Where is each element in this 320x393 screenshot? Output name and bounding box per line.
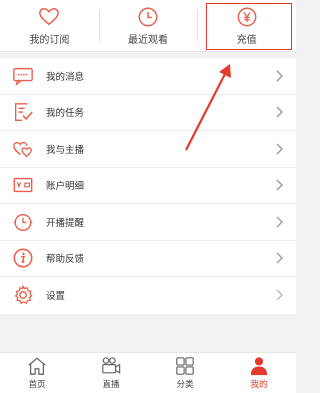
yen-icon <box>237 7 257 26</box>
clock-icon <box>138 7 158 26</box>
wallet-icon <box>10 174 36 196</box>
menu-item-settings[interactable]: 设置 <box>0 277 296 314</box>
top-shortcut-bar: 我的订阅 最近观看 充值 <box>0 0 296 52</box>
chevron-right-icon <box>276 143 283 155</box>
alarm-icon <box>10 211 36 233</box>
menu-item-help-feedback[interactable]: 帮助反馈 <box>0 241 296 277</box>
chevron-right-icon <box>276 106 283 118</box>
chevron-right-icon <box>276 252 283 264</box>
nav-item-live[interactable]: 直播 <box>74 353 148 393</box>
menu-item-label: 账户明细 <box>46 181 85 193</box>
heart-icon <box>39 7 60 25</box>
hearts-icon <box>10 138 36 160</box>
nav-label: 我的 <box>250 380 268 390</box>
nav-label: 首页 <box>28 380 46 390</box>
chevron-right-icon <box>276 179 283 191</box>
nav-label: 直播 <box>102 380 120 390</box>
info-icon <box>10 247 36 269</box>
recently-watched-button[interactable]: 最近观看 <box>98 0 198 51</box>
chevron-right-icon <box>276 216 283 228</box>
home-icon <box>28 357 46 375</box>
menu-item-my-tasks[interactable]: 我的任务 <box>0 95 296 131</box>
menu-item-label: 我的任务 <box>46 108 85 120</box>
grid-icon <box>176 357 194 375</box>
chevron-right-icon <box>276 289 283 301</box>
nav-item-categories[interactable]: 分类 <box>148 353 222 393</box>
menu-item-live-reminder[interactable]: 开播提醒 <box>0 204 296 241</box>
menu-item-me-and-streamer[interactable]: 我与主播 <box>0 131 296 168</box>
nav-label: 分类 <box>176 380 194 390</box>
recently-watched-label: 最近观看 <box>128 34 168 46</box>
task-icon <box>10 101 36 123</box>
recharge-label: 充值 <box>236 34 257 46</box>
menu-item-label: 开播提醒 <box>46 217 85 229</box>
my-subscriptions-button[interactable]: 我的订阅 <box>0 0 99 51</box>
camera-icon <box>102 357 121 374</box>
nav-item-home[interactable]: 首页 <box>0 353 74 393</box>
menu-item-label: 帮助反馈 <box>46 254 85 266</box>
menu-item-account-details[interactable]: 账户明细 <box>0 168 296 204</box>
chevron-right-icon <box>276 70 283 82</box>
bottom-navigation: 首页 直播 分类 我的 <box>0 352 296 393</box>
message-icon <box>10 65 36 87</box>
menu-item-label: 设置 <box>46 291 66 303</box>
menu-list: 我的消息 我的任务 我与主播 账户明细 开播提醒 帮助反馈 设置 <box>0 58 296 314</box>
menu-item-label: 我的消息 <box>46 71 85 83</box>
nav-item-mine[interactable]: 我的 <box>222 353 296 393</box>
settings-icon <box>10 284 36 306</box>
menu-item-label: 我与主播 <box>46 144 85 156</box>
recharge-button[interactable]: 充值 <box>197 0 296 51</box>
my-subscriptions-label: 我的订阅 <box>29 34 70 46</box>
person-icon <box>250 357 268 376</box>
menu-item-my-messages[interactable]: 我的消息 <box>0 58 296 95</box>
